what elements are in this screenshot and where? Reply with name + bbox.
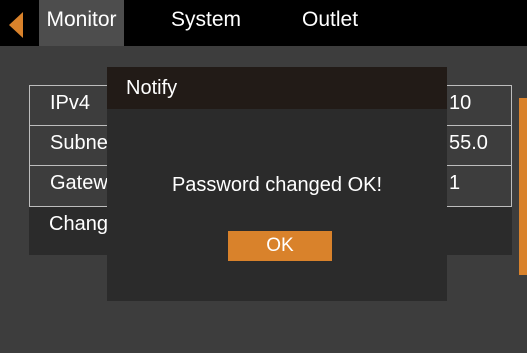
dialog-title-bar: Notify [107, 67, 447, 109]
tab-outlet[interactable]: Outlet [302, 0, 358, 46]
ipv4-label: IPv4 [50, 92, 91, 114]
ok-button[interactable]: OK [228, 231, 332, 261]
change-password-label: Chang [49, 213, 108, 235]
subnet-value: 55.0 [449, 132, 488, 154]
gateway-value: 1 [449, 172, 461, 194]
dialog-title: Notify [126, 77, 178, 99]
dialog-message: Password changed OK! [171, 174, 383, 196]
tab-monitor[interactable]: Monitor [39, 0, 124, 46]
device-screen: Monitor System Outlet IPv4 10 Subne 55.0… [0, 0, 527, 353]
tab-system[interactable]: System [171, 0, 241, 46]
caret-left-icon[interactable] [9, 12, 23, 38]
ipv4-value: 10 [449, 92, 472, 114]
top-navigation-bar: Monitor System Outlet [0, 0, 527, 46]
gateway-label: Gatew [50, 172, 108, 194]
subnet-label: Subne [50, 132, 108, 154]
notify-dialog: Notify Password changed OK! OK [107, 67, 447, 301]
scrollbar-thumb[interactable] [519, 98, 527, 275]
